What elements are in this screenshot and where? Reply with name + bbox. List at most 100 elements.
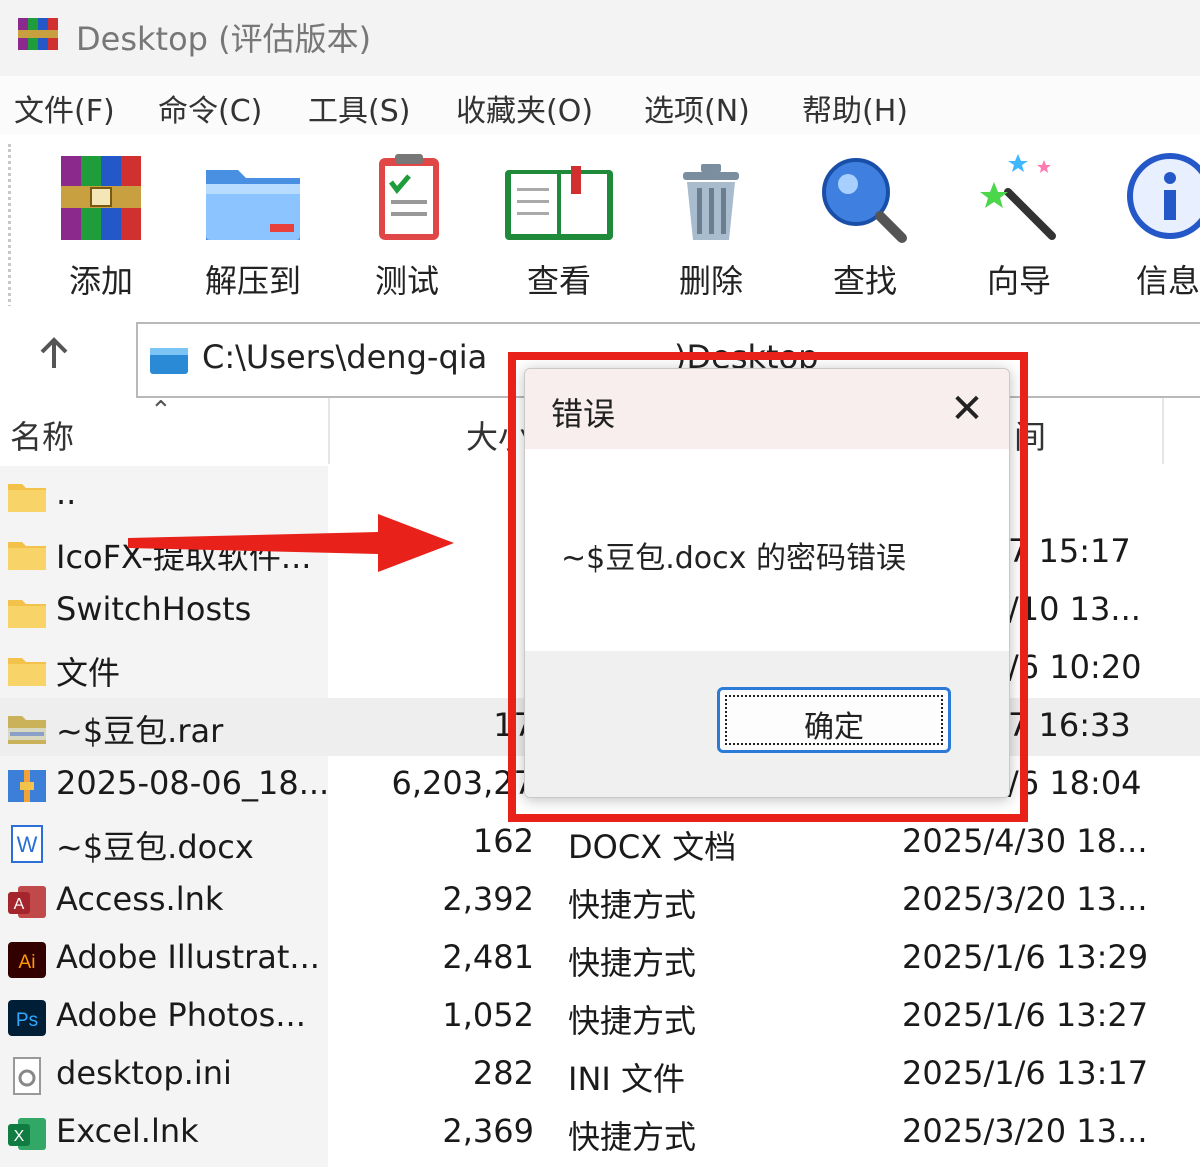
info-label: 信息: [1136, 262, 1200, 298]
annotation-arrow-icon: [128, 514, 454, 572]
drive-icon: [150, 348, 188, 374]
winrar-icon: [18, 18, 58, 50]
menu-command[interactable]: 命令(C): [158, 86, 262, 130]
file-row[interactable]: Ps Adobe Photos... 1,052 快捷方式 2025/1/6 1…: [0, 988, 1200, 1046]
annotation-highlight-box: [508, 352, 1028, 822]
view-button[interactable]: 查看: [494, 148, 624, 300]
trash-icon: [683, 164, 739, 240]
title-bar: Desktop (评估版本): [0, 0, 1200, 76]
toolbar: 添加 解压到 测试 查看 删除 查找 向导 信息: [0, 134, 1200, 404]
up-arrow-icon[interactable]: [34, 334, 74, 374]
file-date: 2025/1/6 13:17: [902, 1054, 1149, 1092]
access-icon: A: [8, 886, 46, 918]
menu-help[interactable]: 帮助(H): [802, 86, 908, 130]
file-row[interactable]: desktop.ini 282 INI 文件 2025/1/6 13:17: [0, 1046, 1200, 1104]
file-date: /6 10:20: [1008, 648, 1142, 686]
menu-tools[interactable]: 工具(S): [308, 86, 410, 130]
extract-to-label: 解压到: [204, 262, 301, 300]
sort-ascending-icon: ⌃: [150, 396, 172, 426]
rar-archive-icon: [8, 716, 46, 744]
file-name: ..: [56, 474, 77, 512]
file-row[interactable]: A Access.lnk 2,392 快捷方式 2025/3/20 13...: [0, 872, 1200, 930]
column-divider[interactable]: [328, 398, 330, 464]
file-type: 快捷方式: [568, 1118, 697, 1156]
view-label: 查看: [526, 262, 591, 300]
svg-text:Ai: Ai: [19, 952, 36, 973]
file-size: 2,481: [442, 938, 534, 976]
file-name: SwitchHosts: [56, 590, 252, 628]
file-row[interactable]: X Excel.lnk 2,369 快捷方式 2025/3/20 13...: [0, 1104, 1200, 1162]
add-button[interactable]: 添加: [36, 148, 166, 300]
file-name: Adobe Photos...: [56, 996, 306, 1034]
menu-file[interactable]: 文件(F): [14, 86, 115, 130]
zip-archive-icon: [8, 770, 46, 802]
file-size: 162: [472, 822, 534, 860]
extract-folder-icon: [206, 170, 300, 240]
menu-bar: 文件(F) 命令(C) 工具(S) 收藏夹(O) 选项(N) 帮助(H): [0, 76, 1200, 134]
view-book-icon: [505, 166, 613, 240]
info-button[interactable]: 信息: [1108, 148, 1200, 298]
file-date: /6 18:04: [1008, 764, 1142, 802]
svg-text:X: X: [14, 1128, 25, 1145]
add-label: 添加: [68, 262, 133, 300]
file-row[interactable]: Ai Adobe Illustrat... 2,481 快捷方式 2025/1/…: [0, 930, 1200, 988]
settings-file-icon: [13, 1057, 41, 1095]
word-doc-icon: W: [11, 825, 43, 863]
svg-text:A: A: [14, 896, 25, 913]
folder-icon: [8, 658, 46, 686]
file-type: 快捷方式: [568, 886, 697, 924]
file-size: 1,052: [442, 996, 534, 1034]
menu-favorites[interactable]: 收藏夹(O): [456, 86, 593, 130]
file-name: ~$豆包.docx: [56, 828, 254, 866]
file-name: 2025-08-06_18...: [56, 764, 330, 802]
file-type: DOCX 文档: [568, 828, 737, 866]
file-size: 17: [493, 706, 534, 744]
file-size: 282: [472, 1054, 534, 1092]
photoshop-icon: Ps: [8, 1000, 46, 1036]
excel-icon: X: [8, 1118, 46, 1150]
delete-label: 删除: [678, 262, 743, 300]
column-name[interactable]: 名称: [10, 412, 74, 458]
file-date: 2025/1/6 13:27: [902, 996, 1149, 1034]
add-archive-icon: [61, 156, 141, 240]
magic-wand-icon: [980, 154, 1056, 240]
file-name: Adobe Illustrat...: [56, 938, 320, 976]
address-path: C:\Users\deng-qia: [202, 338, 488, 376]
delete-button[interactable]: 删除: [646, 148, 776, 300]
folder-icon: [8, 600, 46, 628]
illustrator-icon: Ai: [8, 942, 46, 978]
file-name: ~$豆包.rar: [56, 712, 224, 750]
file-name: desktop.ini: [56, 1054, 232, 1092]
file-type: INI 文件: [568, 1060, 685, 1098]
file-date: 2025/3/20 13...: [902, 880, 1148, 918]
file-size: 2,392: [442, 880, 534, 918]
file-name: Excel.lnk: [56, 1112, 199, 1150]
file-row[interactable]: W ~$豆包.docx 162 DOCX 文档 2025/4/30 18...: [0, 814, 1200, 872]
wizard-button[interactable]: 向导: [954, 148, 1084, 300]
wizard-label: 向导: [986, 262, 1051, 300]
window-title: Desktop (评估版本): [76, 20, 372, 58]
test-label: 测试: [374, 262, 439, 300]
menu-options[interactable]: 选项(N): [644, 86, 750, 130]
magnifier-icon: [822, 158, 907, 243]
test-clipboard-icon: [379, 154, 439, 240]
svg-text:Ps: Ps: [16, 1010, 38, 1031]
file-name: 文件: [56, 654, 121, 692]
file-name: Access.lnk: [56, 880, 224, 918]
file-size: 2,369: [442, 1112, 534, 1150]
find-button[interactable]: 查找: [800, 148, 930, 300]
svg-text:W: W: [17, 832, 38, 857]
column-divider[interactable]: [1162, 398, 1164, 464]
file-date: 2025/4/30 18...: [902, 822, 1148, 860]
file-date: 2025/1/6 13:29: [902, 938, 1149, 976]
test-button[interactable]: 测试: [342, 148, 472, 300]
file-type: 快捷方式: [568, 1002, 697, 1040]
folder-icon: [8, 542, 46, 570]
info-icon: [1127, 153, 1200, 239]
folder-icon: [8, 484, 46, 512]
find-label: 查找: [832, 262, 897, 300]
file-size: 6,203,27: [391, 764, 535, 802]
file-date: 2025/3/20 13...: [902, 1112, 1148, 1150]
file-type: 快捷方式: [568, 944, 697, 982]
extract-to-button[interactable]: 解压到: [188, 148, 318, 300]
